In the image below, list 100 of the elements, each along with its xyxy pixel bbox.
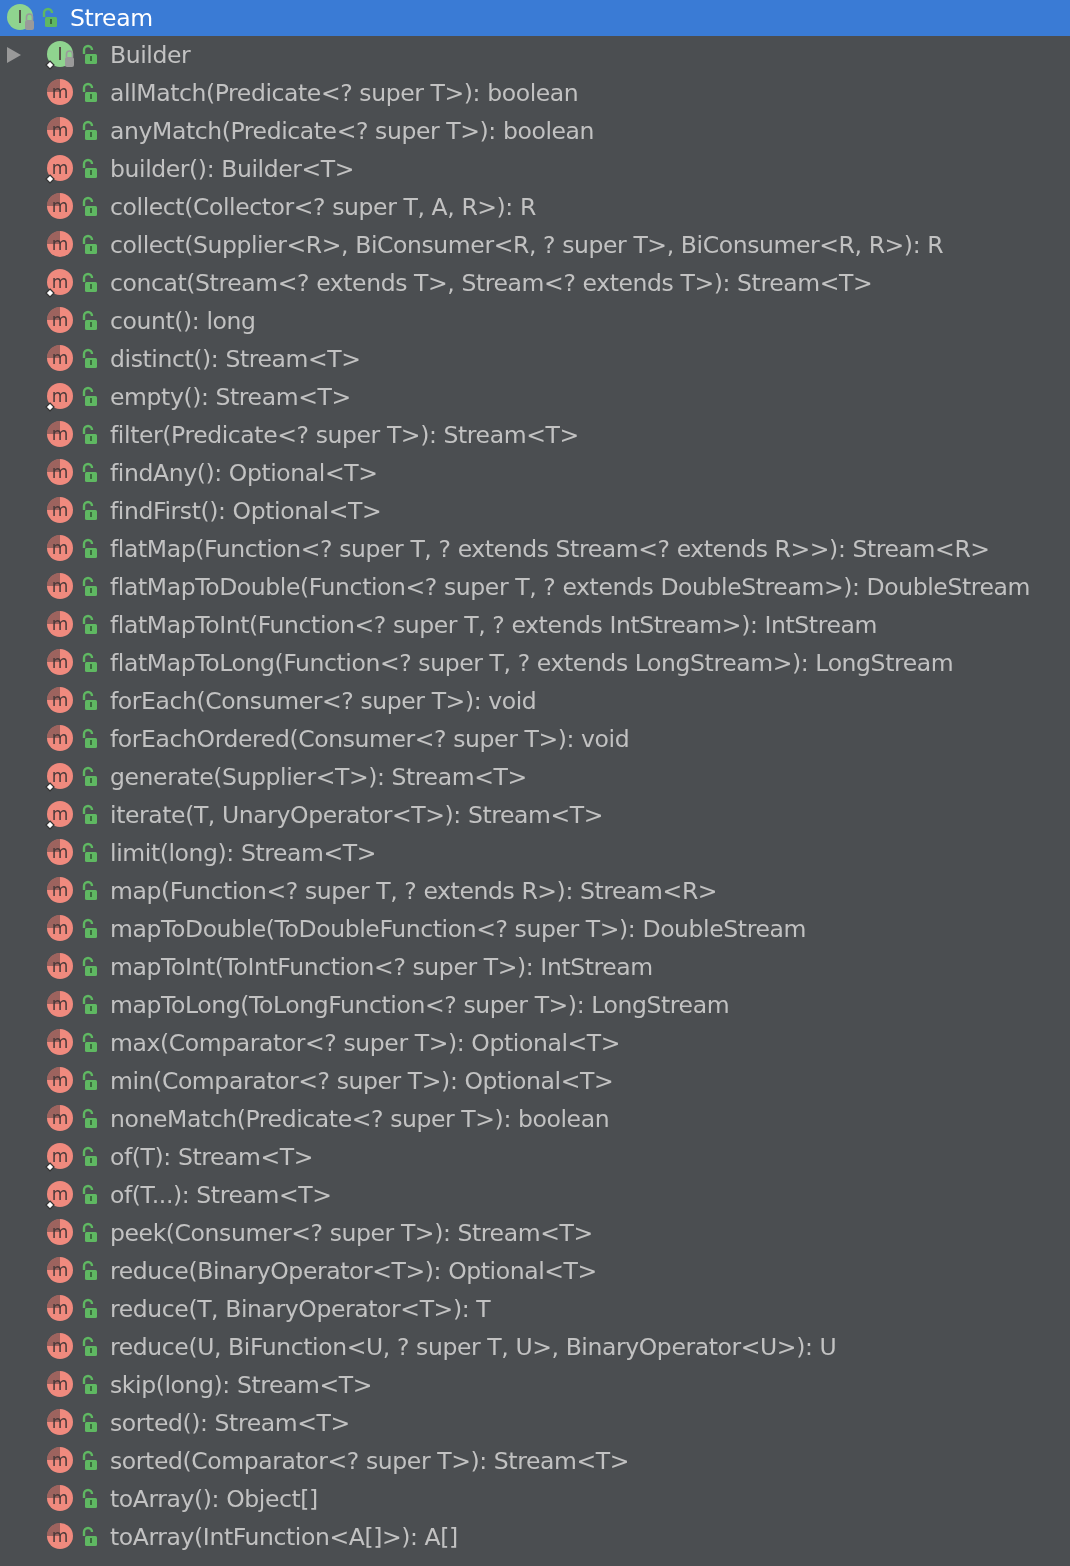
tree-item-label: allMatch(Predicate<? super T>): boolean — [110, 79, 579, 107]
tree-item[interactable]: m findAny(): Optional<T> — [0, 454, 1070, 492]
tree-item-label: flatMapToLong(Function<? super T, ? extends LongStream>): LongStream — [110, 649, 954, 677]
lock-icon — [80, 272, 100, 294]
tree-item[interactable]: m filter(Predicate<? super T>): Stream<T> — [0, 416, 1070, 454]
method-icon: m — [44, 762, 76, 792]
tree-item-label: mapToInt(ToIntFunction<? super T>): IntStream — [110, 953, 653, 981]
lock-icon — [80, 918, 100, 940]
tree-item[interactable]: m of(T...): Stream<T> — [0, 1176, 1070, 1214]
tree-item[interactable]: m flatMapToInt(Function<? super T, ? extends IntStream>): IntStream — [0, 606, 1070, 644]
method-icon: m — [44, 382, 76, 412]
lock-icon — [80, 1450, 100, 1472]
tree-item[interactable]: m sorted(Comparator<? super T>): Stream<T> — [0, 1442, 1070, 1480]
lock-icon — [80, 424, 100, 446]
tree-item-label: mapToDouble(ToDoubleFunction<? super T>): DoubleStream — [110, 915, 806, 943]
tree-item[interactable]: m flatMapToDouble(Function<? super T, ? extends DoubleStream>): DoubleStream — [0, 568, 1070, 606]
tree-item[interactable]: I Builder — [0, 36, 1070, 74]
lock-icon — [80, 1260, 100, 1282]
tree-item[interactable]: m reduce(T, BinaryOperator<T>): T — [0, 1290, 1070, 1328]
tree-item[interactable]: m map(Function<? super T, ? extends R>): Stream<R> — [0, 872, 1070, 910]
method-icon: m — [44, 800, 76, 830]
tree-item[interactable]: m builder(): Builder<T> — [0, 150, 1070, 188]
tree-item[interactable]: m reduce(BinaryOperator<T>): Optional<T> — [0, 1252, 1070, 1290]
method-icon: m — [44, 1218, 76, 1248]
tree-item[interactable]: m mapToInt(ToIntFunction<? super T>): IntStream — [0, 948, 1070, 986]
method-icon: m — [44, 1028, 76, 1058]
tree-item[interactable]: m distinct(): Stream<T> — [0, 340, 1070, 378]
tree-item[interactable]: m mapToLong(ToLongFunction<? super T>): LongStream — [0, 986, 1070, 1024]
method-icon: m — [44, 344, 76, 374]
tree-item-label: flatMapToInt(Function<? super T, ? extends IntStream>): IntStream — [110, 611, 877, 639]
tree-item[interactable]: m toArray(): Object[] — [0, 1480, 1070, 1518]
lock-icon — [80, 500, 100, 522]
tree-item-label: toArray(IntFunction<A[]>): A[] — [110, 1523, 458, 1551]
tree-item-label: reduce(U, BiFunction<U, ? super T, U>, BinaryOperator<U>): U — [110, 1333, 837, 1361]
tree-item[interactable]: m limit(long): Stream<T> — [0, 834, 1070, 872]
method-icon: m — [44, 154, 76, 184]
tree-item-label: flatMap(Function<? super T, ? extends Stream<? extends R>>): Stream<R> — [110, 535, 990, 563]
method-icon: m — [44, 990, 76, 1020]
tree-item-label: of(T...): Stream<T> — [110, 1181, 332, 1209]
tree-item-label: limit(long): Stream<T> — [110, 839, 377, 867]
tree-item-label: mapToLong(ToLongFunction<? super T>): LongStream — [110, 991, 730, 1019]
method-icon: m — [44, 116, 76, 146]
tree-item[interactable]: m empty(): Stream<T> — [0, 378, 1070, 416]
lock-icon — [80, 880, 100, 902]
lock-icon — [80, 1336, 100, 1358]
tree-item[interactable]: m concat(Stream<? extends T>, Stream<? extends T>): Stream<T> — [0, 264, 1070, 302]
tree-item[interactable]: m collect(Supplier<R>, BiConsumer<R, ? super T>, BiConsumer<R, R>): R — [0, 226, 1070, 264]
tree-item-label: count(): long — [110, 307, 256, 335]
tree-item-label: toArray(): Object[] — [110, 1485, 318, 1513]
method-icon: m — [44, 1408, 76, 1438]
tree-item[interactable]: m generate(Supplier<T>): Stream<T> — [0, 758, 1070, 796]
tree-item[interactable]: m skip(long): Stream<T> — [0, 1366, 1070, 1404]
method-icon: m — [44, 1446, 76, 1476]
lock-icon — [80, 234, 100, 256]
tree-item[interactable]: m reduce(U, BiFunction<U, ? super T, U>, BinaryOperator<U>): U — [0, 1328, 1070, 1366]
method-icon: m — [44, 1294, 76, 1324]
method-icon: m — [44, 1484, 76, 1514]
tree-item[interactable]: m anyMatch(Predicate<? super T>): boolean — [0, 112, 1070, 150]
lock-icon — [80, 576, 100, 598]
lock-icon — [80, 1184, 100, 1206]
tree-item[interactable]: m min(Comparator<? super T>): Optional<T> — [0, 1062, 1070, 1100]
method-icon: m — [44, 420, 76, 450]
tree-item[interactable]: m of(T): Stream<T> — [0, 1138, 1070, 1176]
tree-item[interactable]: m noneMatch(Predicate<? super T>): boolean — [0, 1100, 1070, 1138]
tree-item-label: distinct(): Stream<T> — [110, 345, 361, 373]
tree-item[interactable]: m flatMapToLong(Function<? super T, ? extends LongStream>): LongStream — [0, 644, 1070, 682]
tree-item[interactable]: m findFirst(): Optional<T> — [0, 492, 1070, 530]
tree-item[interactable]: m forEachOrdered(Consumer<? super T>): void — [0, 720, 1070, 758]
method-icon: m — [44, 838, 76, 868]
lock-icon — [80, 1488, 100, 1510]
tree-item-label: forEach(Consumer<? super T>): void — [110, 687, 537, 715]
tree-item[interactable]: m mapToDouble(ToDoubleFunction<? super T>): DoubleStream — [0, 910, 1070, 948]
lock-icon — [80, 614, 100, 636]
interface-icon: I — [44, 40, 76, 70]
tree-item[interactable]: m toArray(IntFunction<A[]>): A[] — [0, 1518, 1070, 1556]
tree-item-label: peek(Consumer<? super T>): Stream<T> — [110, 1219, 593, 1247]
tree-item[interactable]: m flatMap(Function<? super T, ? extends Stream<? extends R>>): Stream<R> — [0, 530, 1070, 568]
tree-item[interactable]: m collect(Collector<? super T, A, R>): R — [0, 188, 1070, 226]
tree-item[interactable]: m peek(Consumer<? super T>): Stream<T> — [0, 1214, 1070, 1252]
tree-item[interactable]: m max(Comparator<? super T>): Optional<T> — [0, 1024, 1070, 1062]
tree-item-label: sorted(): Stream<T> — [110, 1409, 350, 1437]
tree-item-label: concat(Stream<? extends T>, Stream<? extends T>): Stream<T> — [110, 269, 873, 297]
tree-item-label: anyMatch(Predicate<? super T>): boolean — [110, 117, 595, 145]
method-icon: m — [44, 1104, 76, 1134]
tree-item[interactable]: m count(): long — [0, 302, 1070, 340]
tree-item[interactable]: m forEach(Consumer<? super T>): void — [0, 682, 1070, 720]
tree-item[interactable]: m sorted(): Stream<T> — [0, 1404, 1070, 1442]
tree-item-label: Stream — [70, 4, 153, 32]
lock-icon — [80, 652, 100, 674]
lock-icon — [80, 842, 100, 864]
tree-item-label: findAny(): Optional<T> — [110, 459, 378, 487]
method-icon: m — [44, 686, 76, 716]
tree-item[interactable]: m iterate(T, UnaryOperator<T>): Stream<T> — [0, 796, 1070, 834]
tree-item-label: builder(): Builder<T> — [110, 155, 355, 183]
method-icon: m — [44, 724, 76, 754]
expand-arrow-icon[interactable] — [6, 46, 22, 64]
tree-item[interactable]: m allMatch(Predicate<? super T>): boolean — [0, 74, 1070, 112]
lock-icon — [80, 1070, 100, 1092]
lock-icon — [80, 994, 100, 1016]
tree-item[interactable]: I Stream — [0, 0, 1070, 36]
